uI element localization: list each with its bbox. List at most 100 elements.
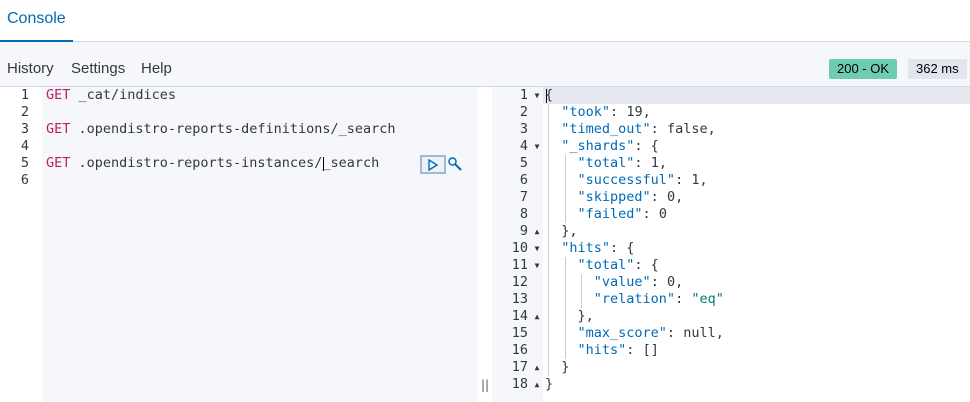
fold-close-icon[interactable]: ▲ — [532, 359, 542, 376]
json-key: "max_score" — [577, 325, 667, 341]
fold-open-icon[interactable]: ▼ — [532, 138, 542, 155]
http-method: GET — [46, 155, 71, 171]
line-number: 8 — [519, 206, 528, 222]
json-line: "timed_out": false, — [561, 121, 716, 137]
help-menu-item[interactable]: Help — [141, 60, 172, 77]
http-method: GET — [46, 121, 71, 137]
line-number: 1 — [20, 87, 29, 103]
active-line-highlight — [492, 87, 970, 104]
fold-open-icon[interactable]: ▼ — [532, 240, 542, 257]
json-key: "total" — [577, 155, 635, 171]
request-text-area[interactable]: GET _cat/indices GET .opendistro-reports… — [42, 87, 478, 402]
wrench-icon — [448, 157, 462, 171]
request-line[interactable]: GET _cat/indices — [46, 87, 176, 104]
line-number: 13 — [511, 291, 528, 307]
line-number: 15 — [511, 325, 528, 341]
text-cursor — [323, 157, 324, 171]
json-line: "value": 0, — [593, 274, 684, 290]
send-request-button[interactable] — [420, 155, 446, 174]
line-number: 4 — [519, 138, 528, 154]
request-line[interactable]: GET .opendistro-reports-definitions/_sea… — [46, 121, 396, 138]
json-value: false — [666, 121, 708, 137]
json-key: "failed" — [577, 206, 643, 222]
json-value: 19 — [626, 104, 643, 120]
json-brace: } — [545, 376, 554, 392]
line-number: 16 — [511, 342, 528, 358]
json-line: "total": { — [577, 257, 659, 273]
top-tab-bar: Console — [0, 0, 970, 42]
json-line: "hits": [] — [577, 342, 659, 358]
json-line: "hits": { — [561, 240, 635, 256]
json-line: } — [545, 359, 570, 375]
json-line: "successful": 1, — [577, 172, 708, 188]
fold-close-icon[interactable]: ▲ — [532, 223, 542, 240]
line-number: 5 — [519, 155, 528, 171]
line-number: 10 — [511, 240, 528, 256]
json-key: "timed_out" — [561, 121, 651, 137]
json-value: 0 — [666, 274, 676, 290]
response-viewer[interactable]: 1 2 3 4 5 6 7 8 9 10 11 12 13 14 15 16 1… — [492, 87, 970, 402]
json-key: "took" — [561, 104, 611, 120]
json-line: "failed": 0 — [577, 206, 667, 222]
json-line: "_shards": { — [561, 138, 659, 154]
json-line: "took": 19, — [561, 104, 651, 120]
line-number: 2 — [20, 104, 29, 120]
json-value: null — [683, 325, 716, 341]
json-key: "hits" — [561, 240, 611, 256]
line-number: 18 — [511, 376, 528, 392]
request-path: .opendistro-reports-instances/_search — [70, 155, 380, 171]
json-key: "successful" — [577, 172, 676, 188]
json-line: }, — [545, 308, 594, 324]
request-options-button[interactable] — [446, 156, 464, 172]
fold-open-icon[interactable]: ▼ — [532, 257, 542, 274]
play-icon — [428, 158, 439, 172]
json-key: "skipped" — [577, 189, 651, 205]
http-method: GET — [46, 87, 71, 103]
fold-close-icon[interactable]: ▲ — [532, 376, 542, 393]
json-key: "_shards" — [561, 138, 635, 154]
line-number: 5 — [20, 155, 29, 171]
line-number: 12 — [511, 274, 528, 290]
line-number: 3 — [20, 121, 29, 137]
line-number: 6 — [519, 172, 528, 188]
json-key: "value" — [593, 274, 651, 290]
line-number: 3 — [519, 121, 528, 137]
line-number: 9 — [519, 223, 528, 239]
json-line: "relation": "eq" — [593, 291, 724, 307]
json-value: [] — [642, 342, 659, 358]
json-key: "total" — [577, 257, 635, 273]
json-value: 0 — [658, 206, 667, 222]
line-number: 7 — [519, 189, 528, 205]
request-path: .opendistro-reports-definitions/_search — [70, 121, 396, 137]
json-line: "total": 1, — [577, 155, 667, 171]
fold-open-icon[interactable]: ▼ — [532, 87, 542, 104]
fold-close-icon[interactable]: ▲ — [532, 308, 542, 325]
request-path: _cat/indices — [70, 87, 177, 103]
json-value: 0 — [666, 189, 676, 205]
request-time-badge: 362 ms — [908, 59, 967, 79]
drag-handle-icon[interactable]: || — [481, 378, 489, 394]
json-line: }, — [545, 223, 578, 239]
line-number: 14 — [511, 308, 528, 324]
console-menu-bar: History Settings Help 200 - OK 362 ms — [0, 42, 970, 87]
json-brace: { — [545, 87, 554, 103]
tab-console[interactable]: Console — [0, 0, 73, 42]
settings-menu-item[interactable]: Settings — [71, 60, 125, 77]
history-menu-item[interactable]: History — [7, 60, 54, 77]
json-line: "skipped": 0, — [577, 189, 684, 205]
json-key: "hits" — [577, 342, 627, 358]
line-number: 17 — [511, 359, 528, 375]
json-line: } — [545, 376, 553, 393]
request-line[interactable]: GET .opendistro-reports-instances/_searc… — [46, 155, 379, 172]
line-number: 4 — [20, 138, 29, 154]
line-number: 6 — [20, 172, 29, 188]
json-line: "max_score": null, — [577, 325, 724, 341]
request-editor[interactable]: 1 2 3 4 5 6 GET _cat/indices GET .opendi… — [0, 87, 478, 402]
json-value: 1 — [650, 155, 659, 171]
status-code-badge: 200 - OK — [829, 59, 898, 79]
line-number: 2 — [519, 104, 528, 120]
line-number: 1 — [519, 87, 528, 103]
json-line: { — [545, 87, 553, 104]
json-key: "relation" — [593, 291, 676, 307]
json-value: 1 — [691, 172, 700, 188]
